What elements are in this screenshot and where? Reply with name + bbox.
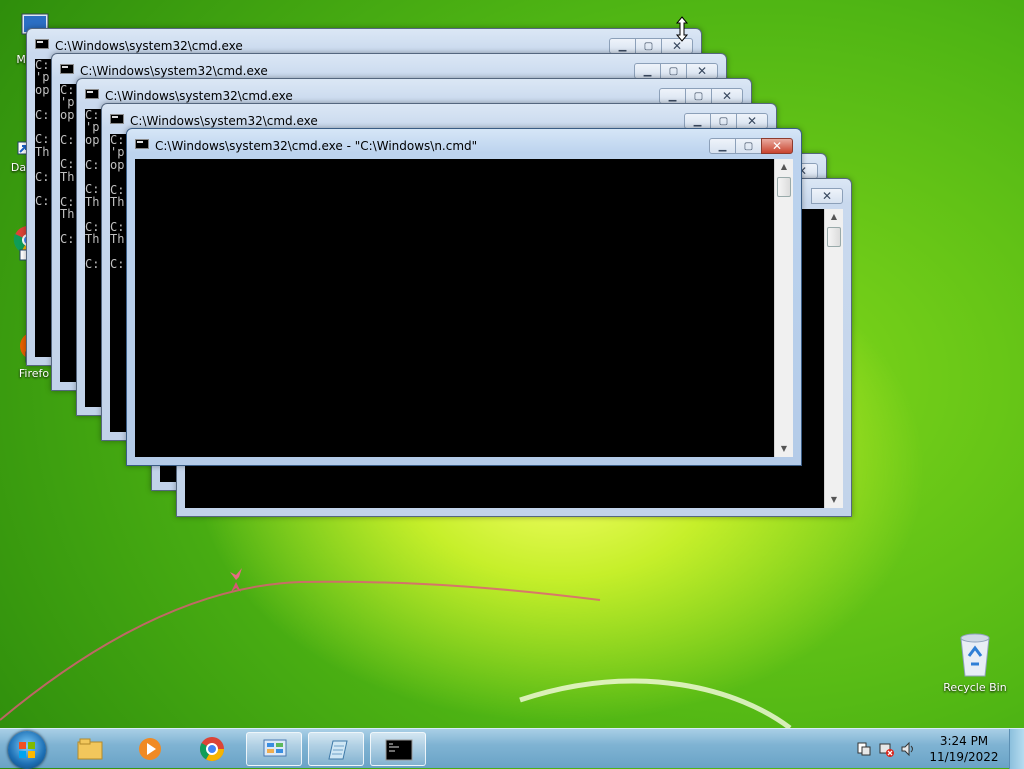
- taskbar-notepad[interactable]: [308, 732, 364, 766]
- windows-logo-icon: [19, 742, 35, 758]
- taskbar-control-panel[interactable]: [246, 732, 302, 766]
- taskbar-cmd[interactable]: [370, 732, 426, 766]
- clock[interactable]: 3:24 PM 11/19/2022: [924, 733, 1004, 765]
- window-title: C:\Windows\system32\cmd.exe: [80, 64, 268, 78]
- cmd-icon: [110, 114, 124, 124]
- minimize-icon: ▁: [693, 115, 702, 127]
- desktop-icon-label: Firefo: [18, 367, 50, 380]
- minimize-icon: ▁: [618, 40, 627, 52]
- close-button[interactable]: ✕: [761, 138, 793, 154]
- minimize-button[interactable]: ▁: [709, 138, 736, 154]
- minimize-icon: ▁: [668, 90, 677, 102]
- minimize-button[interactable]: ▁: [609, 38, 636, 54]
- action-center-icon[interactable]: [856, 741, 872, 757]
- scroll-down-icon[interactable]: ▼: [775, 441, 793, 457]
- close-icon: ✕: [746, 114, 758, 128]
- taskbar-explorer[interactable]: [62, 732, 118, 766]
- close-icon: ✕: [696, 64, 708, 78]
- title-bar[interactable]: C:\Windows\system32\cmd.exe - "C:\Window…: [127, 129, 801, 157]
- maximize-button[interactable]: ▢: [660, 63, 687, 79]
- cmd-icon: [135, 139, 149, 149]
- network-error-icon[interactable]: [878, 741, 894, 757]
- window-title: C:\Windows\system32\cmd.exe: [130, 114, 318, 128]
- cmd-icon: [385, 739, 413, 761]
- minimize-icon: ▁: [643, 65, 652, 77]
- desktop-icon-label: Recycle Bin: [943, 681, 1007, 694]
- scroll-up-icon[interactable]: ▲: [775, 159, 793, 175]
- show-desktop-button[interactable]: [1009, 729, 1024, 769]
- console-output[interactable]: [135, 159, 775, 457]
- maximize-button[interactable]: ▢: [735, 138, 762, 154]
- minimize-button[interactable]: ▁: [684, 113, 711, 129]
- clock-time: 3:24 PM: [939, 734, 989, 748]
- close-icon: ✕: [721, 89, 733, 103]
- scroll-up-icon[interactable]: ▲: [825, 209, 843, 225]
- chrome-icon: [199, 737, 224, 762]
- explorer-icon: [77, 738, 103, 760]
- taskbar: 3:24 PM 11/19/2022: [0, 728, 1024, 769]
- close-button[interactable]: ✕: [811, 188, 843, 204]
- scroll-thumb[interactable]: [777, 177, 791, 197]
- cmd-window-active[interactable]: C:\Windows\system32\cmd.exe - "C:\Window…: [126, 128, 802, 466]
- start-button[interactable]: [8, 731, 46, 769]
- resize-cursor-icon: [675, 16, 689, 42]
- maximize-button[interactable]: ▢: [710, 113, 737, 129]
- system-tray: 3:24 PM 11/19/2022: [854, 729, 1024, 769]
- scroll-down-icon[interactable]: ▼: [825, 492, 843, 508]
- notepad-icon: [328, 740, 348, 760]
- volume-icon[interactable]: [900, 741, 916, 757]
- window-title: C:\Windows\system32\cmd.exe - "C:\Window…: [155, 139, 478, 153]
- cmd-icon: [35, 39, 49, 49]
- maximize-icon: ▢: [668, 65, 679, 77]
- media-player-icon: [139, 738, 161, 760]
- flower-decoration: [230, 568, 242, 592]
- maximize-icon: ▢: [743, 140, 754, 152]
- maximize-icon: ▢: [643, 40, 654, 52]
- cmd-icon: [60, 64, 74, 74]
- scroll-thumb[interactable]: [827, 227, 841, 247]
- taskbar-media-player[interactable]: [122, 732, 178, 766]
- minimize-button[interactable]: ▁: [659, 88, 686, 104]
- desktop-icon-recycle-bin[interactable]: Recycle Bin: [942, 630, 1008, 694]
- close-icon: ✕: [821, 189, 833, 203]
- close-button[interactable]: ✕: [736, 113, 768, 129]
- minimize-button[interactable]: ▁: [634, 63, 661, 79]
- minimize-icon: ▁: [718, 140, 727, 152]
- maximize-button[interactable]: ▢: [685, 88, 712, 104]
- maximize-icon: ▢: [693, 90, 704, 102]
- maximize-icon: ▢: [718, 115, 729, 127]
- maximize-button[interactable]: ▢: [635, 38, 662, 54]
- window-title: C:\Windows\system32\cmd.exe: [55, 39, 243, 53]
- cmd-icon: [85, 89, 99, 99]
- clock-date: 11/19/2022: [929, 750, 999, 764]
- close-icon: ✕: [771, 139, 783, 153]
- vertical-scrollbar[interactable]: ▲ ▼: [824, 209, 843, 508]
- close-button[interactable]: ✕: [711, 88, 743, 104]
- recycle-bin-icon: [960, 633, 990, 677]
- window-title: C:\Windows\system32\cmd.exe: [105, 89, 293, 103]
- taskbar-chrome[interactable]: [184, 732, 240, 766]
- close-button[interactable]: ✕: [686, 63, 718, 79]
- vertical-scrollbar[interactable]: ▲ ▼: [774, 159, 793, 457]
- control-panel-icon: [263, 739, 287, 757]
